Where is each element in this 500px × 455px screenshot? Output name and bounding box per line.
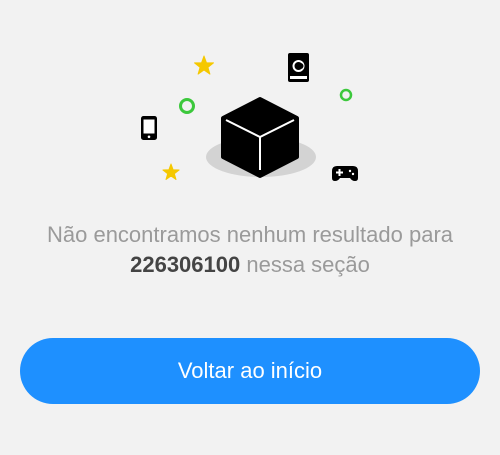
empty-results-illustration xyxy=(141,53,358,181)
gamepad-icon xyxy=(332,166,358,181)
message-line-1: Não encontramos nenhum resultado para xyxy=(46,222,454,247)
ring-icon xyxy=(339,88,353,102)
empty-results-message: Não encontramos nenhum resultado para 22… xyxy=(0,220,500,280)
ring-icon xyxy=(179,98,195,114)
star-icon xyxy=(194,55,214,75)
star-icon xyxy=(162,163,180,180)
smartphone-icon xyxy=(141,116,157,140)
search-query: 226306100 xyxy=(130,252,241,277)
message-line-2: 226306100 nessa seção xyxy=(0,250,500,280)
message-suffix: nessa seção xyxy=(246,252,370,277)
book-icon xyxy=(288,53,309,82)
box-icon xyxy=(221,97,299,178)
back-to-home-button[interactable]: Voltar ao início xyxy=(20,338,480,404)
